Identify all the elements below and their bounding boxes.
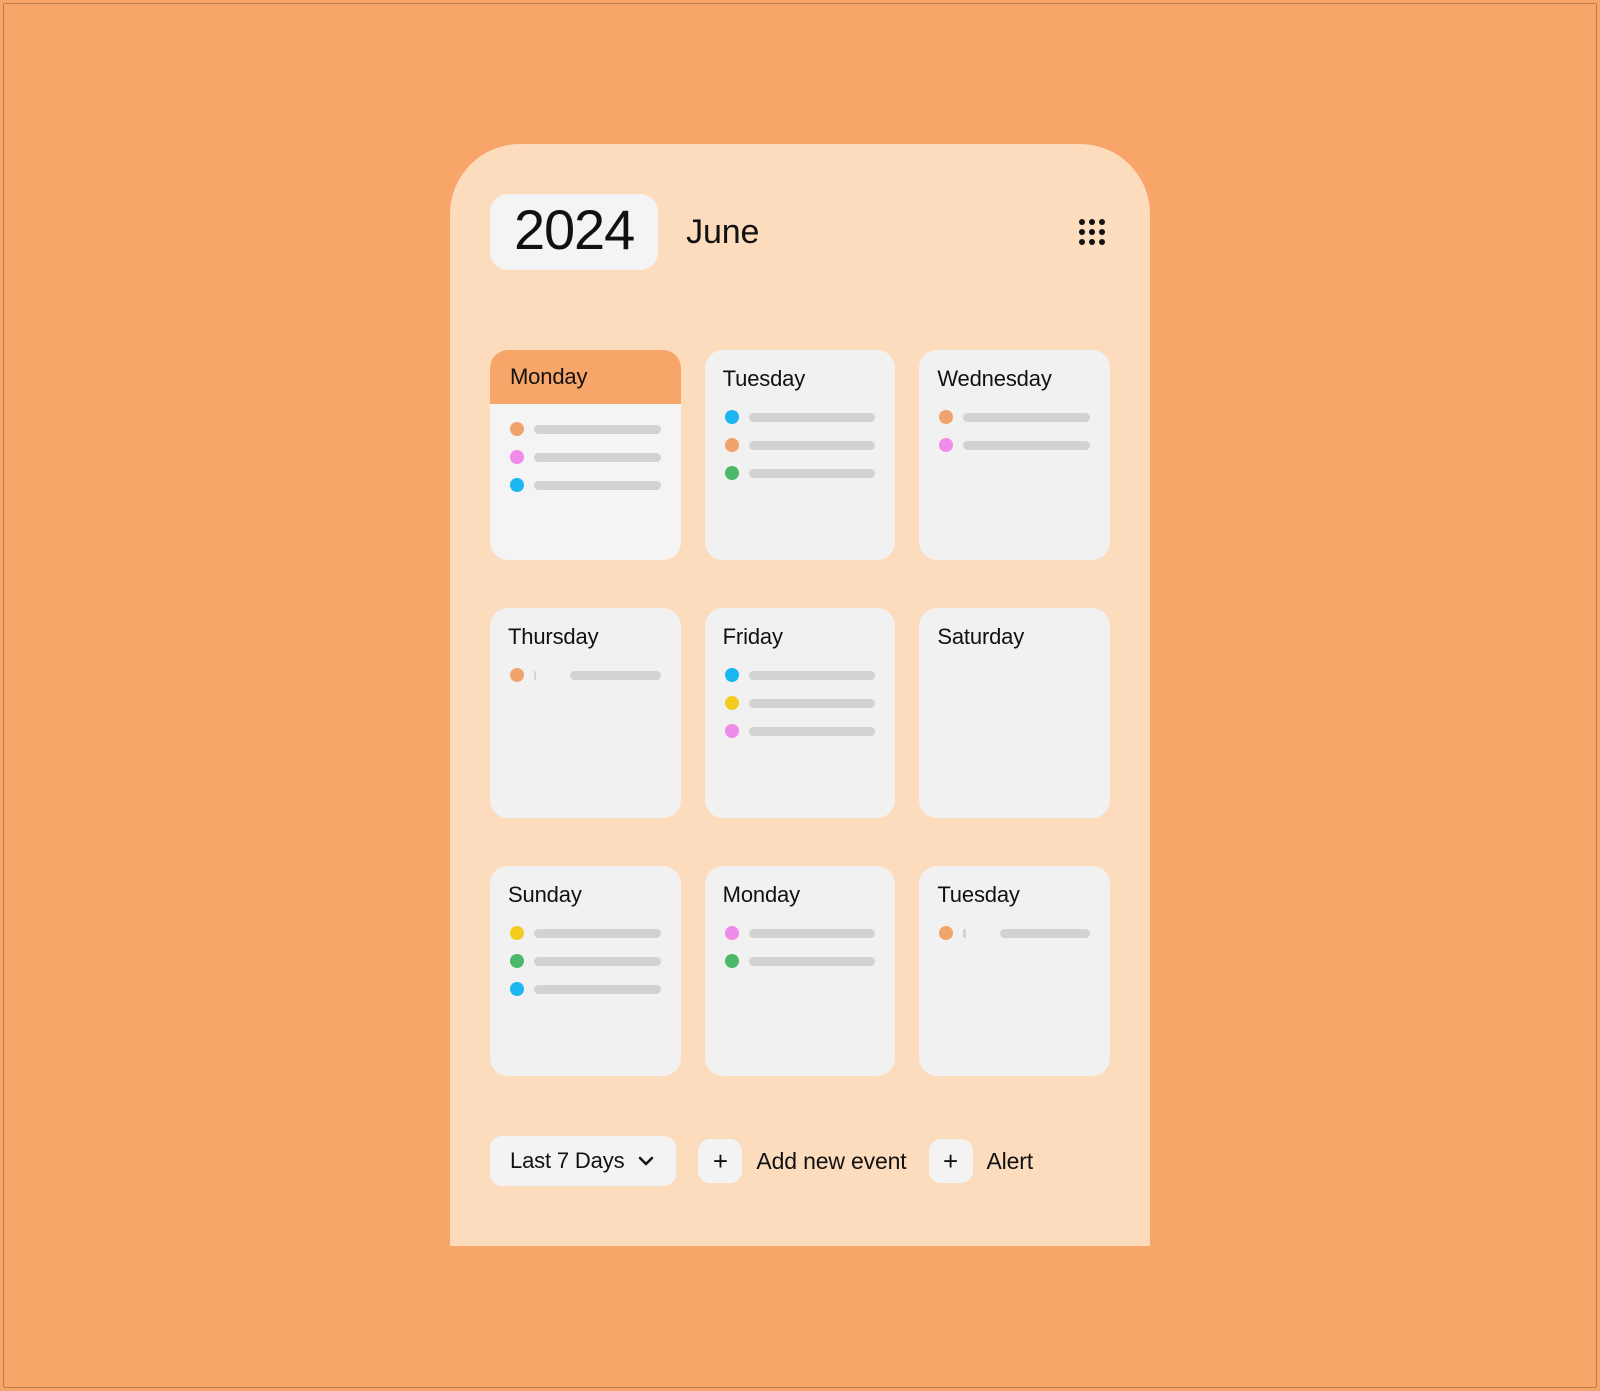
event-item[interactable] [725, 410, 876, 424]
event-color-dot [939, 410, 953, 424]
event-item[interactable] [510, 422, 661, 436]
event-color-dot [510, 926, 524, 940]
event-item[interactable] [510, 982, 661, 996]
event-list [508, 422, 663, 492]
event-item[interactable] [510, 668, 661, 682]
event-item[interactable] [725, 466, 876, 480]
event-item[interactable] [510, 478, 661, 492]
add-alert-button[interactable]: + [929, 1139, 973, 1183]
event-placeholder-bar [963, 441, 1090, 450]
event-item[interactable] [939, 410, 1090, 424]
event-color-dot [510, 982, 524, 996]
event-placeholder-bar [749, 413, 876, 422]
day-card[interactable]: Wednesday [919, 350, 1110, 560]
event-color-dot [725, 926, 739, 940]
event-placeholder-bar [749, 441, 876, 450]
event-color-dot [725, 668, 739, 682]
event-placeholder-bar [534, 481, 661, 490]
calendar-panel: 2024 June Monday Tuesday Wednesday Thursday… [450, 144, 1150, 1246]
day-card[interactable]: Tuesday [919, 866, 1110, 1076]
event-list [937, 410, 1092, 452]
event-color-dot [725, 954, 739, 968]
day-card[interactable]: Saturday [919, 608, 1110, 818]
event-item[interactable] [939, 438, 1090, 452]
event-item[interactable] [939, 926, 1090, 940]
calendar-header: 2024 June [490, 194, 1110, 270]
year-selector[interactable]: 2024 [490, 194, 658, 270]
event-placeholder-bar [534, 671, 536, 680]
days-grid: Monday Tuesday Wednesday Thursday Friday Satu… [490, 350, 1110, 1076]
event-color-dot [939, 926, 953, 940]
day-card[interactable]: Monday [490, 350, 681, 560]
event-placeholder-bar [749, 671, 876, 680]
event-list [723, 668, 878, 738]
toolbar: Last 7 Days + Add new event + Alert [490, 1136, 1110, 1186]
event-placeholder-bar [534, 957, 661, 966]
event-list [723, 410, 878, 480]
add-event-group: + Add new event [698, 1139, 906, 1183]
day-card-title: Monday [723, 882, 878, 908]
event-color-dot [939, 438, 953, 452]
chevron-down-icon [636, 1151, 656, 1171]
range-dropdown[interactable]: Last 7 Days [490, 1136, 676, 1186]
event-item[interactable] [510, 450, 661, 464]
event-list [937, 926, 1092, 940]
add-event-label: Add new event [756, 1148, 906, 1175]
event-item[interactable] [510, 926, 661, 940]
event-item[interactable] [725, 954, 876, 968]
day-card-title: Wednesday [937, 366, 1092, 392]
event-list [723, 926, 878, 968]
event-color-dot [725, 696, 739, 710]
day-card-title: Friday [723, 624, 878, 650]
event-placeholder-bar [534, 929, 661, 938]
month-label: June [686, 213, 759, 252]
event-color-dot [510, 478, 524, 492]
event-placeholder-bar [570, 671, 660, 680]
event-placeholder-bar [1000, 929, 1090, 938]
day-card[interactable]: Sunday [490, 866, 681, 1076]
event-placeholder-bar [749, 469, 876, 478]
alert-label: Alert [987, 1148, 1034, 1175]
day-card-title: Monday [490, 350, 681, 404]
event-color-dot [725, 438, 739, 452]
day-card[interactable]: Friday [705, 608, 896, 818]
event-placeholder-bar [749, 929, 876, 938]
event-color-dot [510, 954, 524, 968]
day-card-title: Saturday [937, 624, 1092, 650]
event-color-dot [510, 668, 524, 682]
day-card-title: Thursday [508, 624, 663, 650]
event-color-dot [725, 410, 739, 424]
event-item[interactable] [725, 926, 876, 940]
event-item[interactable] [725, 438, 876, 452]
event-placeholder-bar [534, 453, 661, 462]
event-placeholder-bar [534, 425, 661, 434]
event-color-dot [510, 422, 524, 436]
event-item[interactable] [725, 724, 876, 738]
day-card[interactable]: Monday [705, 866, 896, 1076]
event-item[interactable] [725, 668, 876, 682]
event-placeholder-bar [534, 985, 661, 994]
day-card[interactable]: Thursday [490, 608, 681, 818]
event-item[interactable] [510, 954, 661, 968]
event-color-dot [725, 466, 739, 480]
day-card-title: Sunday [508, 882, 663, 908]
event-placeholder-bar [749, 727, 876, 736]
event-placeholder-bar [749, 957, 876, 966]
event-color-dot [510, 450, 524, 464]
event-list [508, 926, 663, 996]
event-placeholder-bar [749, 699, 876, 708]
add-event-button[interactable]: + [698, 1139, 742, 1183]
event-color-dot [725, 724, 739, 738]
event-placeholder-bar [963, 413, 1090, 422]
range-label: Last 7 Days [510, 1148, 624, 1174]
alert-group: + Alert [929, 1139, 1034, 1183]
day-card-title: Tuesday [723, 366, 878, 392]
apps-grid-icon[interactable] [1074, 214, 1110, 250]
day-card-title: Tuesday [937, 882, 1092, 908]
event-list [508, 668, 663, 682]
app-viewport: 2024 June Monday Tuesday Wednesday Thursday… [3, 3, 1597, 1388]
event-item[interactable] [725, 696, 876, 710]
event-placeholder-bar [963, 929, 965, 938]
day-card[interactable]: Tuesday [705, 350, 896, 560]
